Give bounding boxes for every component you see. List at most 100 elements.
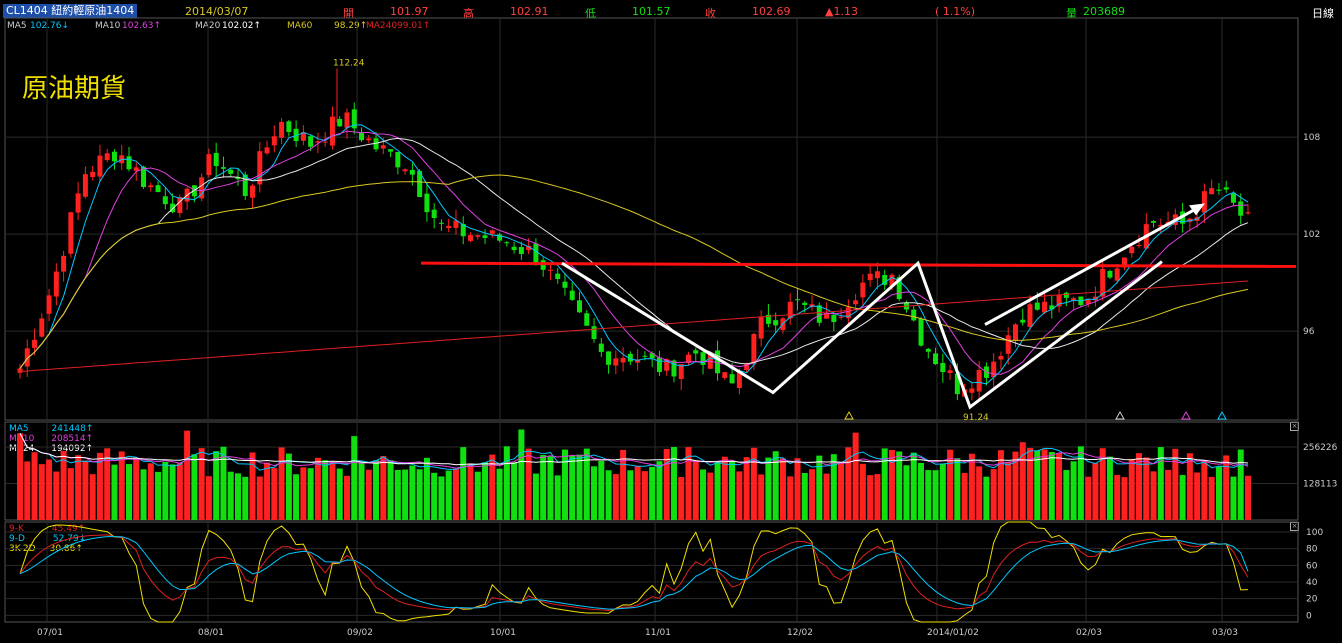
volume-bar — [1194, 472, 1201, 520]
volume-bar — [1179, 475, 1186, 520]
candle-body — [874, 271, 880, 279]
volume-bar — [1230, 476, 1237, 520]
candle-body — [220, 167, 226, 169]
candle-body — [555, 273, 561, 280]
kd-panel — [4, 521, 1299, 623]
volume-bar — [656, 461, 663, 520]
volume-bar — [918, 462, 925, 520]
candle-body — [148, 185, 154, 188]
volume-bar — [823, 473, 830, 520]
volume-bar — [329, 461, 336, 520]
volume-bar — [685, 447, 692, 520]
volume-bar — [300, 467, 307, 520]
candle-body — [758, 316, 764, 339]
volume-bar — [525, 448, 532, 520]
volume-bar — [162, 461, 169, 520]
x-tick-label: 11/01 — [645, 628, 671, 638]
volume-bar — [1077, 446, 1084, 520]
candle-body — [1107, 270, 1113, 278]
candle-body — [911, 309, 917, 321]
candle-body — [53, 271, 59, 297]
volume-bar — [1245, 475, 1251, 520]
volume-bar — [242, 476, 249, 520]
candle-body — [446, 226, 452, 229]
volume-bar — [17, 433, 23, 520]
candle-body — [1223, 187, 1229, 190]
volume-bar — [939, 463, 946, 520]
kd-tick-label: 20 — [1306, 595, 1318, 605]
candle-body — [366, 138, 372, 141]
volume-bar — [511, 462, 518, 520]
candle-body — [39, 318, 45, 337]
volume-bar — [1070, 461, 1077, 520]
candle-body — [606, 351, 612, 365]
volume-bar — [765, 457, 772, 520]
volume-bar — [96, 452, 103, 520]
volume-bar — [729, 461, 736, 520]
volume-bar — [721, 456, 728, 520]
vol-tick-label: 256226 — [1303, 443, 1338, 453]
candle-body — [1063, 292, 1069, 298]
candle-body — [1114, 268, 1120, 281]
volume-bar — [409, 465, 416, 520]
candle-body — [584, 313, 590, 326]
x-tick-label: 02/03 — [1076, 628, 1102, 638]
volume-bar — [1223, 455, 1230, 520]
neckline — [420, 261, 1297, 268]
candle-body — [271, 136, 277, 146]
volume-bar — [125, 464, 132, 520]
volume-bar — [155, 471, 162, 520]
volume-bar — [707, 472, 714, 520]
volume-bar — [234, 473, 241, 520]
volume-bar — [336, 468, 343, 520]
candle-body — [402, 169, 408, 172]
volume-bar — [184, 430, 191, 520]
volume-bar — [496, 468, 503, 520]
candle-body — [838, 316, 844, 318]
candle-body — [97, 155, 103, 177]
kd-tick-label: 80 — [1306, 545, 1318, 555]
volume-bar — [38, 464, 45, 520]
volume-bar — [314, 457, 321, 520]
candle-body — [1005, 335, 1011, 354]
candle-body — [831, 314, 837, 323]
candle-body — [126, 156, 132, 170]
volume-bar — [925, 470, 932, 520]
candle-body — [998, 355, 1004, 360]
volume-bar — [779, 458, 786, 520]
volume-bar — [380, 456, 387, 520]
volume-bar — [365, 469, 372, 520]
volume-bar — [133, 457, 140, 520]
volume-bar — [1136, 453, 1143, 520]
candle-body — [264, 147, 270, 154]
volume-bar — [191, 454, 198, 520]
candle-body — [279, 121, 285, 138]
candle-body — [46, 295, 52, 314]
candle-body — [337, 119, 343, 127]
volume-bar — [852, 432, 859, 520]
volume-bar — [714, 462, 721, 520]
candle-body — [250, 185, 256, 198]
volume-bar — [205, 476, 212, 520]
volume-bar — [256, 476, 263, 520]
candle-body — [1020, 319, 1026, 323]
ma5-line — [19, 124, 1249, 385]
volume-bar — [307, 468, 314, 520]
volume-bar — [743, 457, 750, 520]
volume-bar — [794, 458, 801, 520]
candle-body — [613, 358, 619, 366]
candle-body — [511, 246, 517, 251]
candle-body — [133, 167, 139, 171]
volume-bar — [990, 469, 997, 520]
candle-body — [656, 357, 662, 373]
chart-window: CL1404 紐約輕原油1404 2014/03/07 開 101.97 高 1… — [0, 0, 1342, 643]
candle-body — [380, 145, 386, 149]
candle-body — [751, 333, 757, 365]
volume-bar — [598, 460, 605, 520]
candle-body — [969, 388, 975, 393]
volume-bar — [903, 465, 910, 520]
volume-bar — [1085, 476, 1092, 520]
volume-bar — [147, 463, 154, 520]
trough-label: 91.24 — [963, 413, 989, 423]
volume-bar — [554, 475, 561, 520]
